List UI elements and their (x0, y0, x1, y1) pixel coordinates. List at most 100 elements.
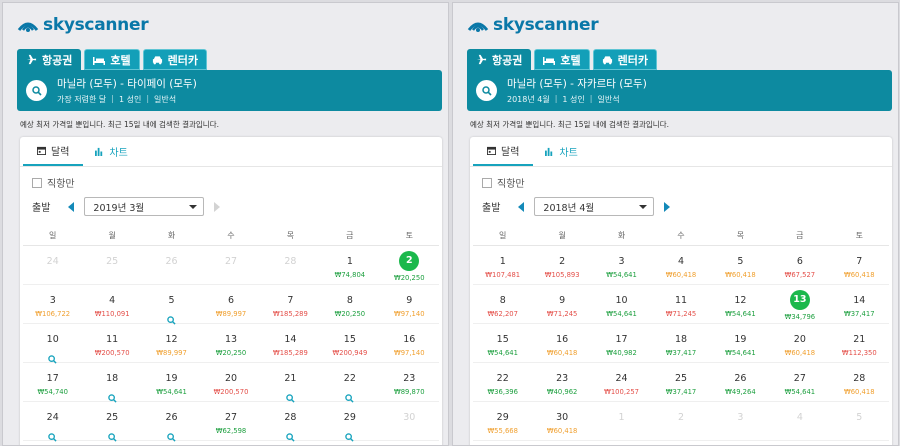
tab-car-rental[interactable]: 렌터카 (142, 49, 207, 70)
direct-only-checkbox[interactable] (32, 177, 42, 188)
calendar-day[interactable]: 5 ₩60,418 (710, 246, 771, 285)
tab-hotels[interactable]: 호텔 (84, 49, 140, 70)
skyscanner-logo[interactable]: skyscanner (17, 13, 149, 37)
calendar-day[interactable]: 24 ₩100,257 (591, 363, 652, 402)
weekday-header: 일월화수목금토 (473, 226, 889, 246)
calendar-day[interactable]: 6 ₩67,527 (770, 246, 830, 285)
weekday-label: 월 (108, 231, 116, 240)
calendar-day[interactable]: 8 ₩62,207 (473, 285, 533, 324)
calendar-day[interactable]: 27 ₩62,598 (201, 402, 261, 441)
month-select[interactable]: 2019년 3월 (84, 197, 205, 216)
calendar-day[interactable]: 18 ₩37,417 (651, 324, 711, 363)
calendar-day[interactable]: 18 (82, 363, 142, 403)
tab-chart[interactable]: 차트 (83, 136, 141, 166)
calendar-day[interactable]: 9 ₩97,140 (379, 285, 439, 324)
search-icon[interactable] (345, 427, 354, 445)
calendar-day[interactable]: 2 ₩105,893 (532, 246, 592, 285)
tab-car-rental[interactable]: 렌터카 (592, 49, 657, 70)
search-icon[interactable] (286, 427, 295, 445)
day-number: 26 (165, 256, 178, 267)
calendar-day[interactable]: 14 ₩37,417 (829, 285, 889, 324)
calendar-day[interactable]: 23 ₩89,870 (379, 363, 439, 402)
calendar-day[interactable]: 12 ₩54,641 (710, 285, 771, 324)
calendar-day[interactable]: 28 (260, 402, 321, 442)
calendar-day[interactable]: 27 ₩54,641 (770, 363, 830, 402)
calendar-day[interactable]: 20 ₩60,418 (770, 324, 830, 363)
day-price: ₩55,668 (487, 427, 518, 435)
passenger-count: 1 성인 (118, 95, 142, 104)
calendar-day[interactable]: 30 ₩60,418 (532, 402, 592, 441)
calendar-day[interactable]: 20 ₩200,570 (201, 363, 261, 402)
calendar-day[interactable]: 28 ₩60,418 (829, 363, 889, 402)
search-icon[interactable] (48, 427, 57, 445)
calendar-day[interactable]: 6 ₩89,997 (201, 285, 261, 324)
route-text: 마닐라 (모두) - 자카르타 (모두) (507, 78, 647, 90)
calendar-day[interactable]: 5 (141, 285, 202, 325)
calendar-day[interactable]: 26 (141, 402, 202, 442)
calendar-day[interactable]: 25 (82, 402, 142, 442)
calendar-day[interactable]: 26 ₩49,264 (710, 363, 771, 402)
calendar-day[interactable]: 22 ₩36,396 (473, 363, 533, 402)
calendar-day[interactable]: 17 ₩54,740 (23, 363, 83, 402)
calendar-day[interactable]: 17 ₩40,982 (591, 324, 652, 363)
search-summary-bar[interactable]: 마닐라 (모두) - 자카르타 (모두) 2018년 4월 | 1 성인 | 일반석 (467, 70, 892, 111)
prev-month-icon[interactable] (518, 201, 525, 212)
month-select[interactable]: 2018년 4월 (534, 197, 655, 216)
tab-chart[interactable]: 차트 (533, 136, 591, 166)
calendar-day[interactable]: 9 ₩71,245 (532, 285, 592, 324)
calendar-day[interactable]: 13 ₩34,796 (770, 285, 830, 324)
search-summary-bar[interactable]: 마닐라 (모두) - 타이페이 (모두) 가장 저렴한 달 | 1 성인 | 일반석 (17, 70, 442, 111)
calendar-day[interactable]: 11 ₩200,570 (82, 324, 142, 363)
calendar-day[interactable]: 22 (320, 363, 380, 403)
skyscanner-logo[interactable]: skyscanner (467, 13, 599, 37)
calendar-day[interactable]: 25 ₩37,417 (651, 363, 711, 402)
search-icon[interactable] (107, 427, 117, 445)
calendar-day[interactable]: 14 ₩185,289 (260, 324, 321, 363)
tab-calendar[interactable]: 달력 (473, 136, 534, 166)
calendar-card: 달력 차트 직항만 출발 2018년 4월 일 월 화 수 목 금 토 1 ₩107,481 2… (470, 136, 892, 445)
next-month-icon[interactable] (214, 201, 221, 212)
tab-flights[interactable]: 항공권 (17, 49, 82, 70)
calendar-day[interactable]: 2 ₩20,250 (379, 246, 439, 285)
tab-calendar[interactable]: 달력 (23, 136, 84, 166)
tab-label: 호텔 (560, 53, 581, 67)
tab-hotels[interactable]: 호텔 (534, 49, 590, 70)
calendar-day[interactable]: 15 ₩200,949 (320, 324, 380, 363)
direct-only-checkbox[interactable] (482, 177, 492, 188)
direct-only-filter[interactable]: 직항만 (482, 175, 525, 190)
direct-only-filter[interactable]: 직항만 (32, 175, 75, 190)
calendar-day[interactable]: 8 ₩20,250 (320, 285, 380, 324)
calendar-day[interactable]: 24 (23, 402, 83, 442)
search-button[interactable] (476, 80, 497, 101)
tab-flights[interactable]: 항공권 (467, 49, 532, 70)
calendar-day[interactable]: 16 ₩97,140 (379, 324, 439, 363)
day-number: 23 (556, 373, 569, 384)
calendar-day[interactable]: 3 ₩54,641 (591, 246, 652, 285)
calendar-day[interactable]: 10 (23, 324, 83, 364)
calendar-day[interactable]: 29 (320, 402, 380, 442)
calendar-day[interactable]: 11 ₩71,245 (651, 285, 711, 324)
search-icon[interactable] (167, 427, 176, 445)
calendar-day[interactable]: 12 ₩89,997 (141, 324, 202, 363)
calendar-day[interactable]: 1 ₩74,804 (320, 246, 380, 285)
calendar-day[interactable]: 4 ₩110,091 (82, 285, 142, 324)
calendar-day[interactable]: 3 ₩106,722 (23, 285, 83, 324)
calendar-day[interactable]: 7 ₩185,289 (260, 285, 321, 324)
search-button[interactable] (26, 80, 47, 101)
calendar-day[interactable]: 19 ₩54,641 (710, 324, 771, 363)
calendar-day[interactable]: 4 ₩60,418 (651, 246, 711, 285)
calendar-day[interactable]: 29 ₩55,668 (473, 402, 533, 441)
calendar-day[interactable]: 23 ₩40,962 (532, 363, 592, 402)
calendar-icon (37, 146, 46, 155)
calendar-day[interactable]: 1 ₩107,481 (473, 246, 533, 285)
calendar-day[interactable]: 13 ₩20,250 (201, 324, 261, 363)
next-month-icon[interactable] (664, 201, 671, 212)
calendar-day[interactable]: 21 ₩112,350 (829, 324, 889, 363)
calendar-day[interactable]: 15 ₩54,641 (473, 324, 533, 363)
calendar-day[interactable]: 7 ₩60,418 (829, 246, 889, 285)
calendar-day[interactable]: 19 ₩54,641 (141, 363, 202, 402)
calendar-day[interactable]: 10 ₩54,641 (591, 285, 652, 324)
calendar-day[interactable]: 21 (260, 363, 321, 403)
prev-month-icon[interactable] (68, 201, 75, 212)
calendar-day[interactable]: 16 ₩60,418 (532, 324, 592, 363)
